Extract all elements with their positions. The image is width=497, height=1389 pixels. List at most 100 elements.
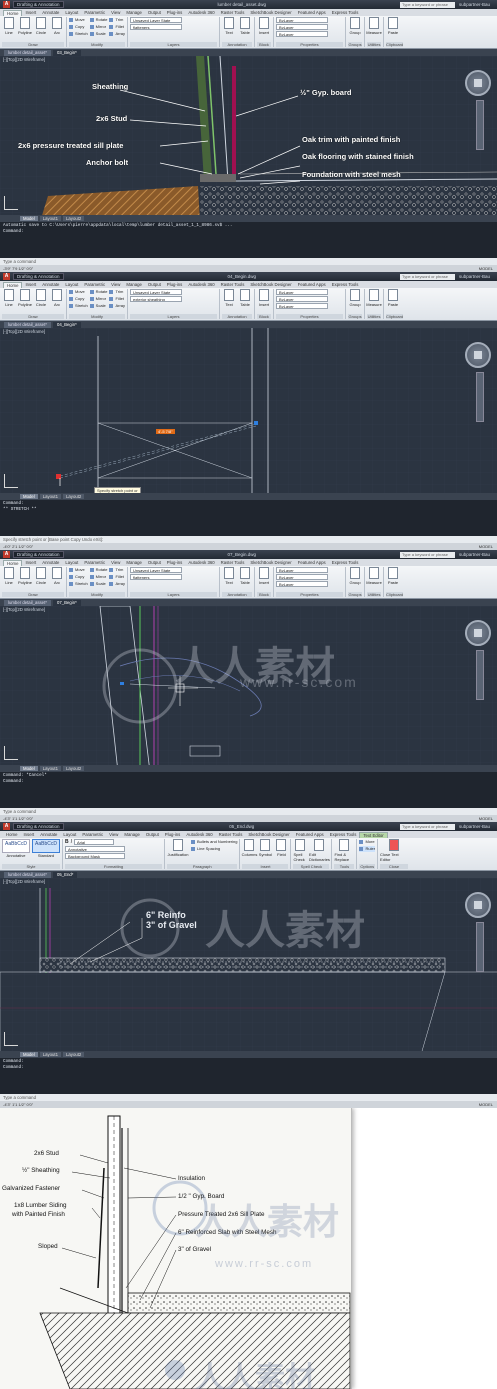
layout-tab-1[interactable]: Layout1: [39, 766, 62, 771]
ribbon-tab[interactable]: Plug-ins: [162, 832, 184, 838]
arc-button[interactable]: Arc: [50, 289, 64, 307]
viewcube[interactable]: [465, 620, 491, 646]
model-button[interactable]: MODEL: [479, 1101, 493, 1108]
ribbon-tab[interactable]: Express Tools: [329, 282, 362, 288]
ribbon-tab[interactable]: Raster Tools: [218, 282, 248, 288]
scale-button[interactable]: Scale: [90, 303, 108, 309]
callout-oak-trim[interactable]: Oak trim with painted finish: [302, 135, 400, 144]
scale-button[interactable]: Scale: [90, 31, 108, 37]
ribbon-tab[interactable]: Plug-ins: [164, 282, 186, 288]
arc-button[interactable]: Arc: [50, 567, 64, 585]
stretch-button[interactable]: Stretch: [69, 303, 88, 309]
insert-button[interactable]: Insert: [257, 289, 271, 307]
drawing-canvas[interactable]: [-][Top][2D Wireframe] 6" Reinfo 3" of G…: [0, 878, 497, 1058]
user-account[interactable]: subpartner-Bau: [459, 824, 490, 829]
workspace-dropdown[interactable]: Drafting & Annotation: [13, 551, 64, 558]
search-input[interactable]: Type a keyword or phrase: [399, 551, 455, 558]
mtext-line-1[interactable]: 6" Reinfo: [146, 910, 186, 920]
properties-panel-label[interactable]: Properties: [276, 592, 344, 597]
spell-check-button[interactable]: Spell Check: [293, 839, 307, 862]
ribbon-tab[interactable]: Layout: [60, 832, 79, 838]
field-button[interactable]: Field: [274, 839, 288, 857]
polyline-button[interactable]: Polyline: [18, 289, 32, 307]
ribbon-tab[interactable]: Manage: [123, 560, 145, 566]
layout-tab-2[interactable]: Layout2: [63, 766, 85, 771]
layout-tab-model[interactable]: Model: [20, 1052, 38, 1057]
ribbon-tab[interactable]: Featured Apps: [293, 832, 327, 838]
annotation-panel-label[interactable]: Annotation: [222, 42, 253, 47]
lineweight-dropdown[interactable]: ByLayer: [276, 31, 329, 37]
ribbon-tab[interactable]: Parametric: [81, 282, 108, 288]
groups-panel-label[interactable]: Groups: [348, 314, 363, 319]
layers-panel-label[interactable]: Layers: [130, 42, 218, 47]
search-input[interactable]: Type a keyword or phrase: [399, 823, 455, 830]
navigation-bar[interactable]: [476, 922, 484, 972]
ribbon-tab[interactable]: Raster Tools: [218, 560, 248, 566]
ribbon-tab[interactable]: Insert: [22, 10, 39, 16]
utilities-panel-label[interactable]: Utilities: [367, 592, 382, 597]
modify-panel-label[interactable]: Modify: [69, 42, 126, 47]
bold-button[interactable]: B: [65, 839, 69, 846]
stretch-button[interactable]: Stretch: [69, 31, 88, 37]
justification-button[interactable]: Justification: [167, 839, 189, 857]
lineweight-dropdown[interactable]: ByLayer: [276, 581, 329, 587]
ribbon-tab[interactable]: Parametric: [79, 832, 106, 838]
paragraph-panel-label[interactable]: Paragraph: [167, 864, 238, 869]
ribbon-tab[interactable]: View: [108, 282, 123, 288]
clipboard-panel-label[interactable]: Clipboard: [386, 42, 404, 47]
clipboard-panel-label[interactable]: Clipboard: [386, 314, 404, 319]
text-button[interactable]: Text: [222, 567, 236, 585]
ribbon-tab[interactable]: View: [108, 10, 123, 16]
ribbon-tab[interactable]: View: [108, 560, 123, 566]
groups-panel-label[interactable]: Groups: [348, 42, 363, 47]
callout-sill-plate[interactable]: 2x6 pressure treated sill plate: [18, 141, 123, 150]
line-button[interactable]: Line: [2, 17, 16, 35]
workspace-dropdown[interactable]: Drafting & Annotation: [13, 823, 64, 830]
layout-tab-model[interactable]: Model: [20, 494, 38, 499]
ribbon-tab-text-editor[interactable]: Text Editor: [359, 832, 388, 838]
table-button[interactable]: Table: [238, 567, 252, 585]
drawing-canvas[interactable]: [-][Top][2D Wireframe]: [0, 56, 497, 222]
user-account[interactable]: subpartner-Bau: [459, 274, 490, 279]
ribbon-tab[interactable]: SketchBook Designer: [245, 832, 292, 838]
groups-panel-label[interactable]: Groups: [348, 592, 363, 597]
ribbon-tab[interactable]: Express Tools: [327, 832, 360, 838]
line-button[interactable]: Line: [2, 289, 16, 307]
modify-panel-label[interactable]: Modify: [69, 592, 126, 597]
user-account[interactable]: subpartner-Bau: [459, 2, 490, 7]
mirror-button[interactable]: Mirror: [90, 24, 108, 30]
insert-button[interactable]: Insert: [257, 17, 271, 35]
properties-panel-label[interactable]: Properties: [276, 314, 344, 319]
callout-gyp-board[interactable]: ½" Gyp. board: [300, 88, 351, 97]
ribbon-tab[interactable]: Insert: [20, 832, 37, 838]
modify-panel-label[interactable]: Modify: [69, 314, 126, 319]
mtext-line-2[interactable]: 3" of Gravel: [146, 920, 197, 930]
array-button[interactable]: Array: [109, 31, 125, 37]
group-button[interactable]: Group: [348, 289, 362, 307]
block-panel-label[interactable]: Block: [257, 592, 272, 597]
ribbon-tab[interactable]: Autodesk 360: [185, 10, 217, 16]
layout-tab-2[interactable]: Layout2: [63, 216, 85, 221]
properties-panel-label[interactable]: Properties: [276, 42, 344, 47]
command-input[interactable]: Specify stretch point or [Base point Cop…: [0, 536, 497, 543]
layout-tab-model[interactable]: Model: [20, 216, 38, 221]
callout-foundation[interactable]: Foundation with steel mesh: [302, 170, 401, 179]
autocad-logo[interactable]: A: [3, 273, 10, 280]
find-replace-button[interactable]: Find & Replace: [334, 839, 354, 862]
dimension-input[interactable]: 4'-5 7/8": [156, 429, 175, 434]
ribbon-tab[interactable]: Featured Apps: [295, 10, 329, 16]
workspace-dropdown[interactable]: Drafting & Annotation: [13, 273, 64, 280]
copy-button[interactable]: Copy: [69, 574, 88, 580]
ribbon-tab[interactable]: SketchBook Designer: [247, 282, 294, 288]
annotative-toggle[interactable]: Annotative: [65, 846, 125, 852]
polyline-button[interactable]: Polyline: [18, 567, 32, 585]
background-mask-button[interactable]: Background Mask: [65, 853, 125, 859]
ribbon-tab[interactable]: Manage: [123, 282, 145, 288]
ribbon-tab[interactable]: Home: [3, 832, 20, 838]
options-panel-label[interactable]: Options: [359, 864, 376, 869]
draw-panel-label[interactable]: Draw: [2, 314, 64, 319]
layout-tab-1[interactable]: Layout1: [39, 494, 62, 499]
ribbon-tab[interactable]: Plug-ins: [164, 560, 186, 566]
command-input[interactable]: Type a command: [0, 258, 497, 265]
ruler-button[interactable]: Ruler: [359, 846, 376, 852]
